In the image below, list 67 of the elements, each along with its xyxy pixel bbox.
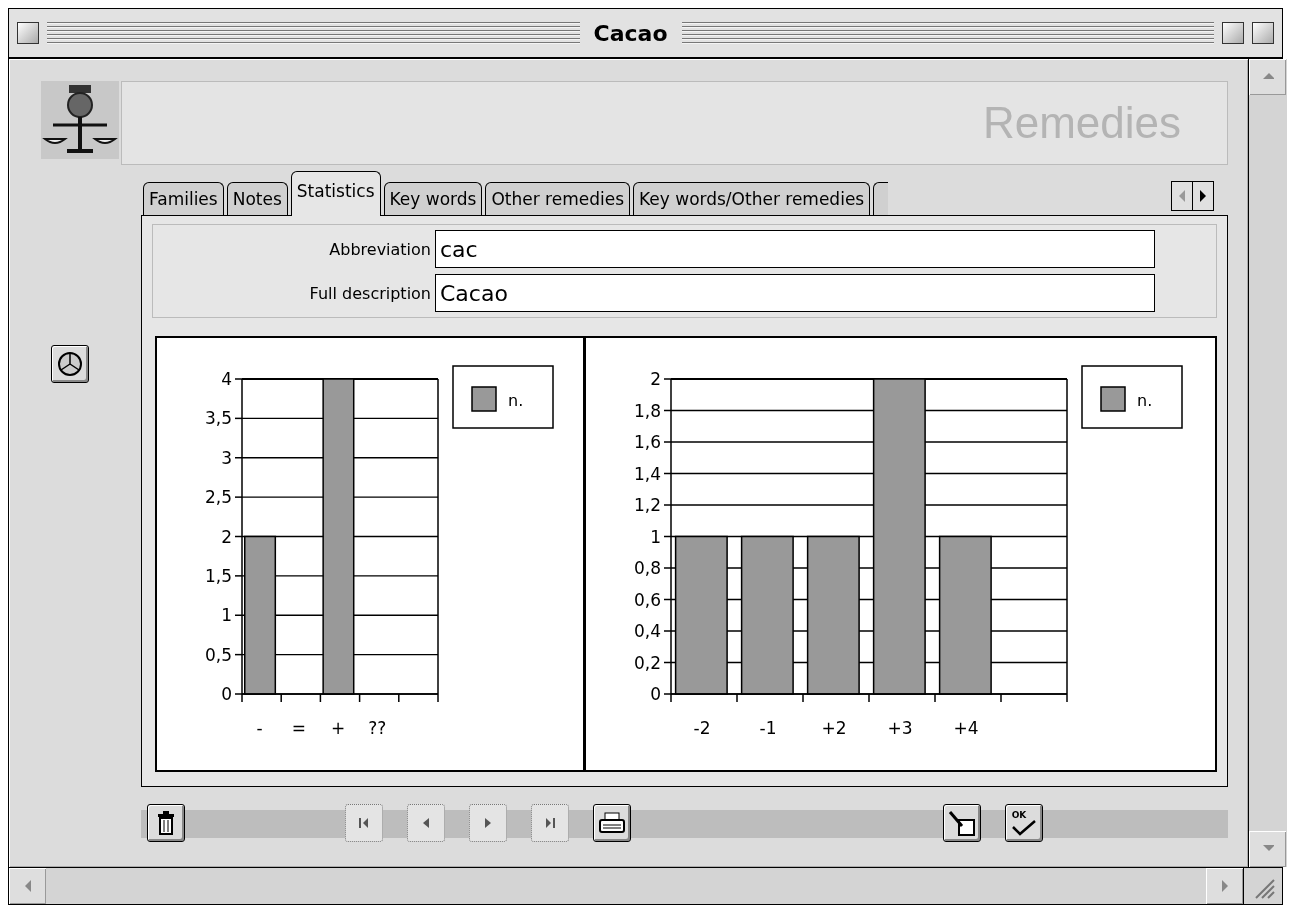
axis-label: 3 — [221, 447, 232, 468]
vertical-scrollbar[interactable] — [1248, 59, 1287, 867]
tab[interactable]: Key words — [383, 182, 483, 215]
axis-label: 2 — [650, 369, 661, 389]
axis-label: 0,8 — [633, 558, 661, 578]
axis-label: 1,2 — [633, 495, 661, 515]
axis-label: 0,4 — [633, 621, 661, 641]
window-title: Cacao — [592, 20, 669, 46]
ok-button[interactable]: OK — [1005, 804, 1043, 842]
axis-label: 0,5 — [204, 644, 232, 665]
axis-label: 4 — [221, 369, 232, 389]
axis-label: 2 — [221, 526, 232, 547]
axis-label: 0,6 — [633, 589, 661, 610]
next-icon — [483, 816, 493, 830]
legend-label: n. — [1137, 391, 1153, 410]
axis-label: 0 — [650, 684, 661, 704]
previous-icon — [421, 816, 431, 830]
axis-label: 1,5 — [204, 565, 232, 586]
axis-label: = — [291, 718, 306, 738]
pie-chart-icon — [57, 351, 83, 377]
axis-label: 1 — [650, 526, 661, 547]
axis-label: -1 — [759, 718, 777, 738]
axis-label: 1,6 — [633, 432, 661, 452]
axis-label: 0 — [221, 684, 232, 704]
axis-label: 2,5 — [204, 487, 232, 508]
print-button[interactable] — [593, 804, 631, 842]
checkmark-icon — [1011, 819, 1037, 836]
axis-label: 1,8 — [633, 400, 661, 421]
legend-label: n. — [508, 391, 524, 410]
tab-scroll-right-button[interactable] — [1192, 182, 1213, 210]
axis-label: ?? — [368, 718, 387, 738]
horizontal-scrollbar[interactable] — [9, 867, 1282, 904]
tab[interactable]: Other remedies — [485, 182, 630, 215]
collapse-box[interactable] — [1252, 22, 1274, 44]
pencil-icon — [948, 810, 976, 836]
axis-label: 1,4 — [633, 463, 661, 484]
input-field[interactable]: Cacao — [435, 274, 1155, 312]
axis-label: +3 — [887, 718, 913, 738]
axis-label: 3,5 — [204, 408, 232, 429]
axis-label: +2 — [821, 718, 847, 738]
delete-button[interactable] — [147, 804, 185, 842]
tab[interactable]: Statistics — [290, 171, 381, 216]
axis-label: + — [330, 718, 346, 738]
tab[interactable]: Notes — [226, 182, 288, 215]
zoom-box[interactable] — [1222, 22, 1244, 44]
last-record-icon — [543, 816, 557, 830]
axis-label: 1 — [221, 605, 232, 626]
axis-label: 0,2 — [633, 652, 661, 673]
scales-logo-icon — [41, 81, 119, 159]
axis-label: -2 — [693, 718, 711, 738]
chart-button[interactable] — [51, 345, 89, 383]
partial-tab[interactable] — [873, 182, 889, 215]
close-box[interactable] — [17, 22, 39, 44]
trash-icon — [157, 811, 175, 835]
printer-icon — [599, 812, 625, 834]
edit-button[interactable] — [943, 804, 981, 842]
tab[interactable]: Key words/Other remedies — [633, 182, 871, 215]
field-label: Full description — [308, 283, 431, 303]
scroll-left-button[interactable] — [9, 868, 46, 904]
tab[interactable]: Families — [143, 182, 224, 215]
axis-label: +4 — [953, 718, 979, 738]
right-arrow-icon — [1197, 189, 1209, 203]
scroll-up-button[interactable] — [1249, 59, 1286, 95]
field-label: Abbreviation — [328, 239, 431, 259]
input-field[interactable]: cac — [435, 230, 1155, 268]
first-record-icon — [357, 816, 371, 830]
axis-label: - — [256, 718, 263, 738]
